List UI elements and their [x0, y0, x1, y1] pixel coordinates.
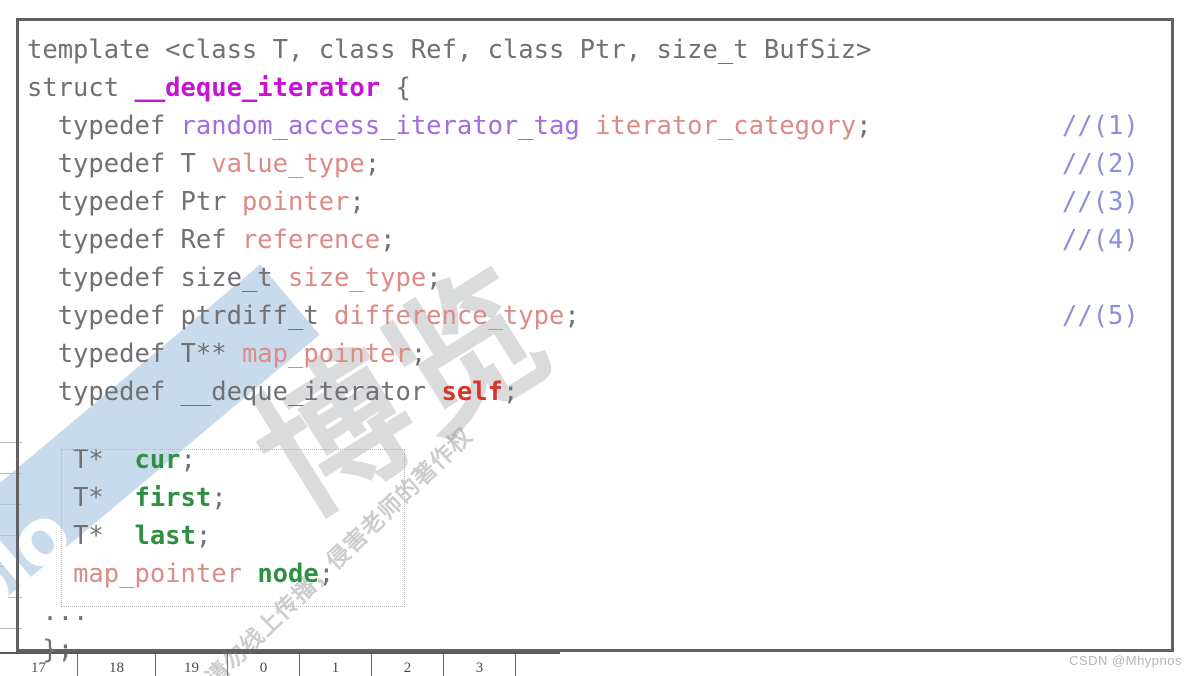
code-comment: //(3) [1062, 187, 1139, 217]
line-value-type: typedef T value_type; //(2) [27, 145, 1171, 183]
code-token: typedef size_t [27, 263, 288, 293]
code-token: map_pointer [241, 339, 411, 369]
code-token: typedef Ref [27, 225, 242, 255]
line-template: template <class T, class Ref, class Ptr,… [27, 31, 1171, 69]
member-variables-highlight-box [61, 449, 405, 607]
code-token: pointer [241, 187, 350, 217]
csdn-credit: CSDN @Mhypnos [1069, 653, 1182, 668]
code-block-frame: template <class T, class Ref, class Ptr,… [16, 18, 1174, 665]
code-token: struct [27, 73, 135, 103]
line-self: typedef __deque_iterator self; [27, 373, 1171, 411]
code-token: ; [349, 187, 365, 217]
code-token: }; [27, 635, 74, 665]
line-iterator-category: typedef random_access_iterator_tag itera… [27, 107, 1171, 145]
code-comment: //(1) [1062, 111, 1139, 141]
code-token: ; [410, 339, 427, 369]
code-token: difference_type [334, 301, 565, 331]
line-pointer: typedef Ptr pointer; //(3) [27, 183, 1171, 221]
line-map-pointer: typedef T** map_pointer; [27, 335, 1171, 373]
code-token: typedef ptrdiff_t [27, 301, 335, 331]
code-token: typedef [27, 111, 181, 141]
code-token: typedef Ptr [27, 187, 242, 217]
line-struct: struct __deque_iterator { [27, 69, 1171, 107]
code-token: typedef __deque_iterator [27, 377, 442, 407]
code-comment: //(2) [1062, 149, 1139, 179]
code-token: ; [426, 263, 442, 293]
line-blank-1 [27, 411, 1171, 441]
code-token: iterator_category [595, 111, 857, 141]
code-token: typedef T [27, 149, 212, 179]
code-token: typedef T** [27, 339, 242, 369]
code-token: ; [856, 111, 872, 141]
line-difference-type: typedef ptrdiff_t difference_type; //(5) [27, 297, 1171, 335]
code-token: size_type [288, 263, 427, 293]
code-comment: //(4) [1062, 225, 1139, 255]
code-token: template <class T, class Ref, class Ptr,… [27, 35, 872, 65]
code-comment: //(5) [1062, 301, 1139, 331]
code-token: ; [364, 149, 381, 179]
code-token: ; [564, 301, 580, 331]
code-token: value_type [211, 149, 365, 179]
code-token: reference [241, 225, 381, 255]
code-token: random_access_iterator_tag [180, 111, 580, 141]
code-token: self [441, 377, 503, 407]
code-token: { [380, 73, 411, 103]
code-token: ; [502, 377, 519, 407]
line-close-brace: }; [27, 631, 1171, 669]
code-token: ; [380, 225, 396, 255]
line-reference: typedef Ref reference; //(4) [27, 221, 1171, 259]
line-size-type: typedef size_t size_type; [27, 259, 1171, 297]
page-root: 17 18 19 0 1 2 3 blo 博览 请勿线上传播，侵害老师的著作权 … [0, 0, 1194, 676]
code-token: __deque_iterator [134, 73, 381, 103]
